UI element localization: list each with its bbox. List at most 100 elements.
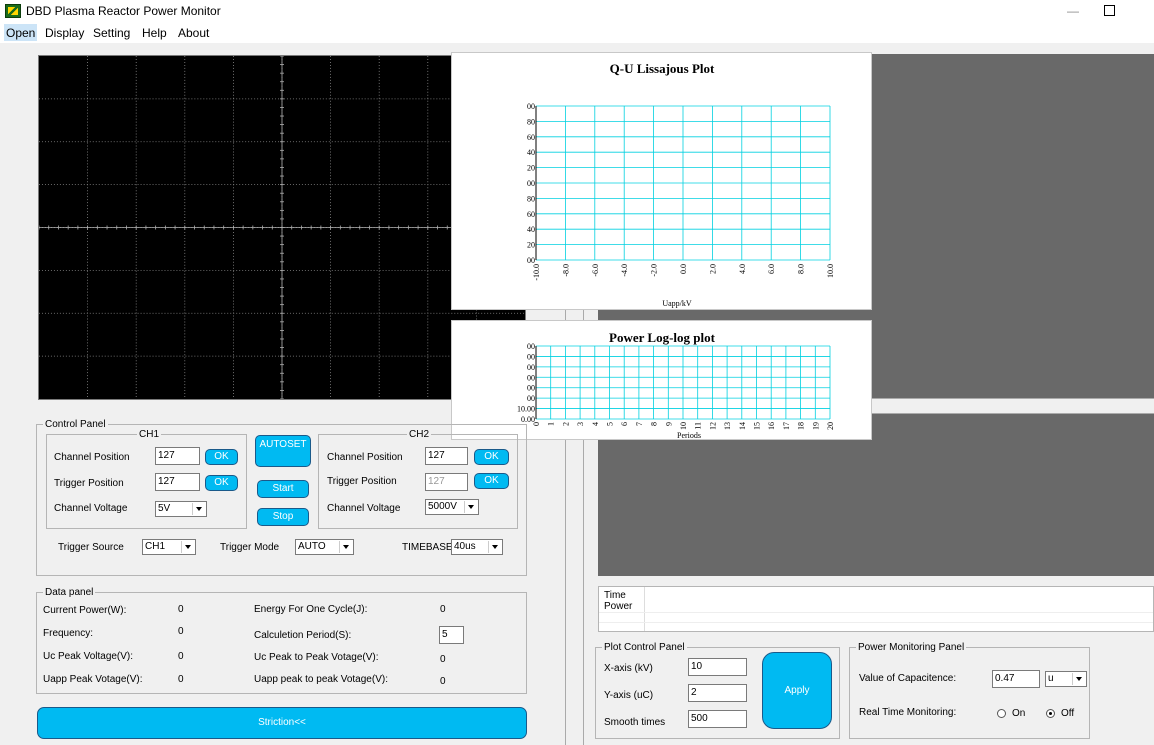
lissajous-y-tick: 00 — [527, 179, 535, 188]
ch1-channel-voltage-label: Channel Voltage — [54, 503, 128, 514]
minimize-button[interactable]: — — [1060, 2, 1086, 20]
splitter-strip[interactable] — [870, 398, 1154, 414]
autoset-label: AUTOSET — [259, 439, 307, 450]
time-power-table: Time Power — [598, 586, 1154, 632]
ch1-channel-voltage-value: 5V — [158, 503, 171, 514]
y-axis-input[interactable]: 2 — [688, 684, 747, 702]
power-y-tick: 00 — [527, 342, 535, 351]
ch1-channel-position-input[interactable]: 127 — [155, 447, 200, 465]
power-x-tick: 20 — [826, 422, 835, 430]
trigger-mode-label: Trigger Mode — [220, 542, 280, 553]
current-power-value: 0 — [178, 604, 184, 615]
realtime-monitoring-label: Real Time Monitoring: — [859, 707, 957, 718]
menu-help[interactable]: Help — [141, 26, 168, 40]
ch1-trigger-position-input[interactable]: 127 — [155, 473, 200, 491]
uapp-peak-voltage-label: Uapp Peak Votage(V): — [43, 674, 143, 685]
lissajous-x-tick: 0.0 — [679, 264, 688, 274]
capacitance-input[interactable]: 0.47 — [992, 670, 1040, 688]
lissajous-y-tick: 40 — [527, 148, 535, 157]
power-x-tick: 16 — [767, 422, 776, 430]
power-x-tick: 12 — [708, 422, 717, 430]
timebase-select[interactable]: 40us — [451, 539, 503, 555]
power-x-tick: 8 — [650, 422, 659, 426]
realtime-on-radio[interactable] — [997, 709, 1006, 718]
x-axis-input[interactable]: 10 — [688, 658, 747, 676]
striction-button[interactable]: Striction<< — [37, 707, 527, 739]
ch1-channel-position-label: Channel Position — [54, 452, 130, 463]
app-icon — [5, 4, 21, 18]
uc-peak-voltage-value: 0 — [178, 651, 184, 662]
power-x-tick: 11 — [694, 422, 703, 430]
power-x-tick: 1 — [547, 422, 556, 426]
lissajous-x-tick: 8.0 — [797, 264, 806, 274]
chevron-down-icon — [339, 541, 352, 553]
menu-about[interactable]: About — [177, 26, 210, 40]
frequency-value: 0 — [178, 626, 184, 637]
capacitance-label: Value of Capacitence: — [859, 673, 957, 684]
lissajous-y-tick: 80 — [527, 194, 535, 203]
uc-peak-to-peak-label: Uc Peak to Peak Votage(V): — [254, 652, 379, 663]
ch2-trigger-position-input[interactable]: 127 — [425, 473, 468, 491]
lissajous-y-tick: 00 — [527, 102, 535, 111]
y-axis-label: Y-axis (uC) — [604, 690, 654, 701]
lissajous-x-tick: -8.0 — [561, 264, 570, 277]
power-x-tick: 17 — [782, 422, 791, 430]
power-y-tick: 00 — [527, 373, 535, 382]
lissajous-x-tick: -4.0 — [620, 264, 629, 277]
lissajous-y-tick: 20 — [527, 241, 535, 250]
realtime-on-label: On — [1012, 708, 1026, 719]
trigger-mode-select[interactable]: AUTO — [295, 539, 354, 555]
smooth-times-input[interactable]: 500 — [688, 710, 747, 728]
ch2-channel-position-ok-button[interactable]: OK — [474, 449, 509, 465]
power-plot-window: Power Log-log plot 00 00 00 00 00 00 10.00 0.00… — [451, 320, 872, 440]
menu-open[interactable]: Open — [4, 24, 38, 41]
lissajous-y-tick: 60 — [527, 133, 535, 142]
chevron-down-icon — [1072, 673, 1085, 685]
menu-setting[interactable]: Setting — [92, 26, 131, 40]
menu-display[interactable]: Display — [44, 26, 85, 40]
ch2-channel-voltage-select[interactable]: 5000V — [425, 499, 479, 515]
lissajous-x-tick: -10.0 — [532, 264, 541, 281]
power-label: Power — [604, 601, 633, 612]
frequency-label: Frequency: — [43, 628, 94, 639]
window-title: DBD Plasma Reactor Power Monitor — [26, 4, 221, 18]
ch1-channel-position-ok-button[interactable]: OK — [205, 449, 238, 465]
ch2-channel-position-input[interactable]: 127 — [425, 447, 468, 465]
lissajous-y-tick: 20 — [527, 164, 535, 173]
maximize-button[interactable] — [1104, 5, 1115, 16]
ch2-trigger-position-ok-button[interactable]: OK — [474, 473, 509, 489]
power-x-tick: 0 — [532, 422, 541, 426]
stop-button[interactable]: Stop — [257, 508, 309, 526]
lissajous-y-tick: 80 — [527, 117, 535, 126]
trigger-source-select[interactable]: CH1 — [142, 539, 196, 555]
lissajous-x-tick: -6.0 — [591, 264, 600, 277]
x-axis-label: X-axis (kV) — [604, 663, 653, 674]
start-button[interactable]: Start — [257, 480, 309, 498]
power-x-tick: 13 — [723, 422, 732, 430]
lissajous-y-tick: 60 — [527, 210, 535, 219]
power-x-tick: 10 — [679, 422, 688, 430]
calculation-period-input[interactable]: 5 — [439, 626, 464, 644]
smooth-times-label: Smooth times — [604, 717, 666, 728]
capacitance-unit-select[interactable]: u — [1045, 671, 1087, 687]
power-y-tick: 00 — [527, 394, 535, 403]
ch1-trigger-position-ok-button[interactable]: OK — [205, 475, 238, 491]
ch1-channel-voltage-select[interactable]: 5V — [155, 501, 207, 517]
power-x-tick: 3 — [576, 422, 585, 426]
uapp-peak-to-peak-label: Uapp peak to peak Votage(V): — [254, 674, 388, 685]
power-x-tick: 5 — [606, 422, 615, 426]
lissajous-y-tick: 00 — [527, 256, 535, 265]
chevron-down-icon — [192, 503, 205, 515]
power-x-tick: 19 — [811, 422, 820, 430]
trigger-mode-value: AUTO — [298, 541, 326, 552]
time-label: Time — [604, 590, 626, 601]
realtime-off-radio[interactable] — [1046, 709, 1055, 718]
lissajous-plot: Q-U Lissajous Plot 00 80 60 40 20 00 80 60 40 20 0… — [527, 61, 835, 308]
autoset-button[interactable]: AUTOSET — [255, 435, 311, 467]
capacitance-unit-value: u — [1048, 673, 1054, 684]
apply-button[interactable]: Apply — [762, 652, 832, 729]
lissajous-y-tick: 40 — [527, 225, 535, 234]
data-panel-title: Data panel — [43, 587, 96, 598]
power-y-tick: 00 — [527, 352, 535, 361]
power-y-tick: 10.00 — [517, 405, 535, 414]
